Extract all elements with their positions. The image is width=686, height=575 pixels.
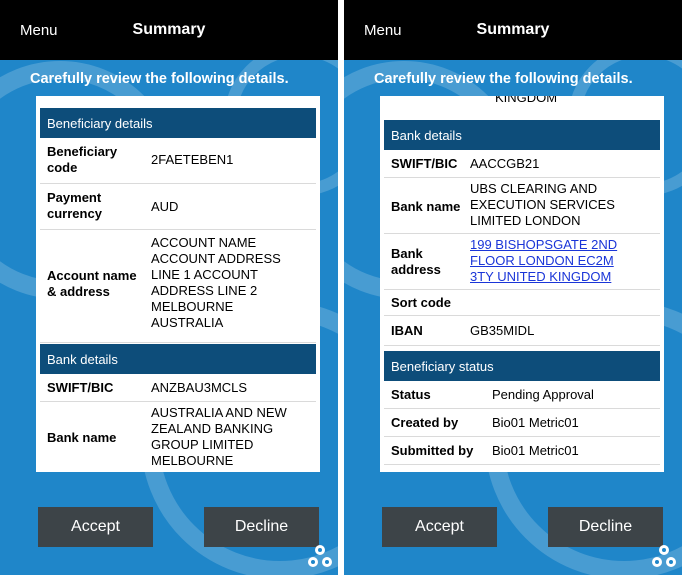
page-title: Summary — [132, 21, 206, 38]
account-name-address-label: Account name & address — [47, 268, 137, 299]
beneficiary-code-label: Beneficiary code — [47, 144, 118, 175]
details-panel[interactable]: Beneficiary details Beneficiary code 2FAE… — [36, 96, 320, 472]
page-title: Summary — [476, 21, 550, 38]
bank-name-row: Bank name AUSTRALIA AND NEW ZEALAND BANK… — [40, 402, 316, 472]
summary-screen-right: Menu Summary Carefully review the follow… — [344, 0, 682, 575]
bank-details-header: Bank details — [40, 344, 316, 374]
decline-button[interactable]: Decline — [548, 507, 663, 547]
beneficiary-code-value: 2FAETEBEN1 — [151, 152, 234, 167]
submitted-by-label: Submitted by — [391, 443, 474, 458]
iban-row: IBAN GB35MIDL — [384, 316, 660, 346]
bank-name-row: Bank name UBS CLEARING AND EXECUTION SER… — [384, 178, 660, 234]
bank-address-row: Bank address 199 BISHOPSGATE 2ND FLOOR LO… — [384, 234, 660, 290]
beneficiary-details-header: Beneficiary details — [40, 108, 316, 138]
swift-bic-row: SWIFT/BIC ANZBAU3MCLS — [40, 374, 316, 402]
summary-screen-left: Menu Summary Carefully review the follow… — [0, 0, 338, 575]
bank-address-link[interactable]: 199 BISHOPSGATE 2ND FLOOR LONDON EC2M 3T… — [470, 237, 660, 285]
accept-button[interactable]: Accept — [382, 507, 497, 547]
status-value: Pending Approval — [492, 387, 594, 402]
submitted-by-row: Submitted by Bio01 Metric01 — [384, 437, 660, 465]
account-name-address-row: Account name & address ACCOUNT NAME ACCOU… — [40, 230, 316, 343]
iban-value: GB35MIDL — [470, 323, 535, 338]
status-label: Status — [391, 387, 431, 402]
status-row: Status Pending Approval — [384, 381, 660, 409]
created-by-label: Created by — [391, 415, 459, 430]
instruction-text: Carefully review the following details. — [30, 71, 289, 87]
bank-name-value: AUSTRALIA AND NEW ZEALAND BANKING GROUP … — [151, 405, 287, 468]
beneficiary-code-row: Beneficiary code 2FAETEBEN1 — [40, 138, 316, 184]
payment-currency-label: Payment currency — [47, 190, 102, 221]
accept-button[interactable]: Accept — [38, 507, 153, 547]
payment-currency-value: AUD — [151, 199, 179, 214]
bank-name-label: Bank name — [47, 430, 117, 445]
payment-currency-row: Payment currency AUD — [40, 184, 316, 230]
swift-bic-value: AACCGB21 — [470, 156, 540, 171]
created-by-row: Created by Bio01 Metric01 — [384, 409, 660, 437]
sort-code-label: Sort code — [391, 295, 451, 310]
swift-bic-row: SWIFT/BIC AACCGB21 — [384, 150, 660, 178]
decline-button[interactable]: Decline — [204, 507, 319, 547]
top-bar: Menu Summary — [344, 0, 682, 60]
bank-logo-icon — [652, 545, 676, 567]
bank-logo-icon — [308, 545, 332, 567]
account-name-address-value: ACCOUNT NAME ACCOUNT ADDRESS LINE 1 ACCO… — [151, 235, 281, 330]
bank-name-value: UBS CLEARING AND EXECUTION SERVICES LIMI… — [470, 181, 615, 228]
swift-bic-value: ANZBAU3MCLS — [151, 380, 248, 395]
instruction-text: Carefully review the following details. — [374, 71, 633, 87]
beneficiary-status-header: Beneficiary status — [384, 351, 660, 381]
details-panel[interactable]: KINGDOM Bank details SWIFT/BIC AACCGB21 … — [380, 96, 664, 472]
submitted-by-value: Bio01 Metric01 — [492, 443, 579, 458]
bank-details-header: Bank details — [384, 120, 660, 150]
top-bar: Menu Summary — [0, 0, 338, 60]
cut-off-address-text: KINGDOM — [495, 96, 558, 105]
sort-code-row: Sort code — [384, 290, 660, 316]
created-by-value: Bio01 Metric01 — [492, 415, 579, 430]
swift-bic-label: SWIFT/BIC — [47, 380, 114, 395]
